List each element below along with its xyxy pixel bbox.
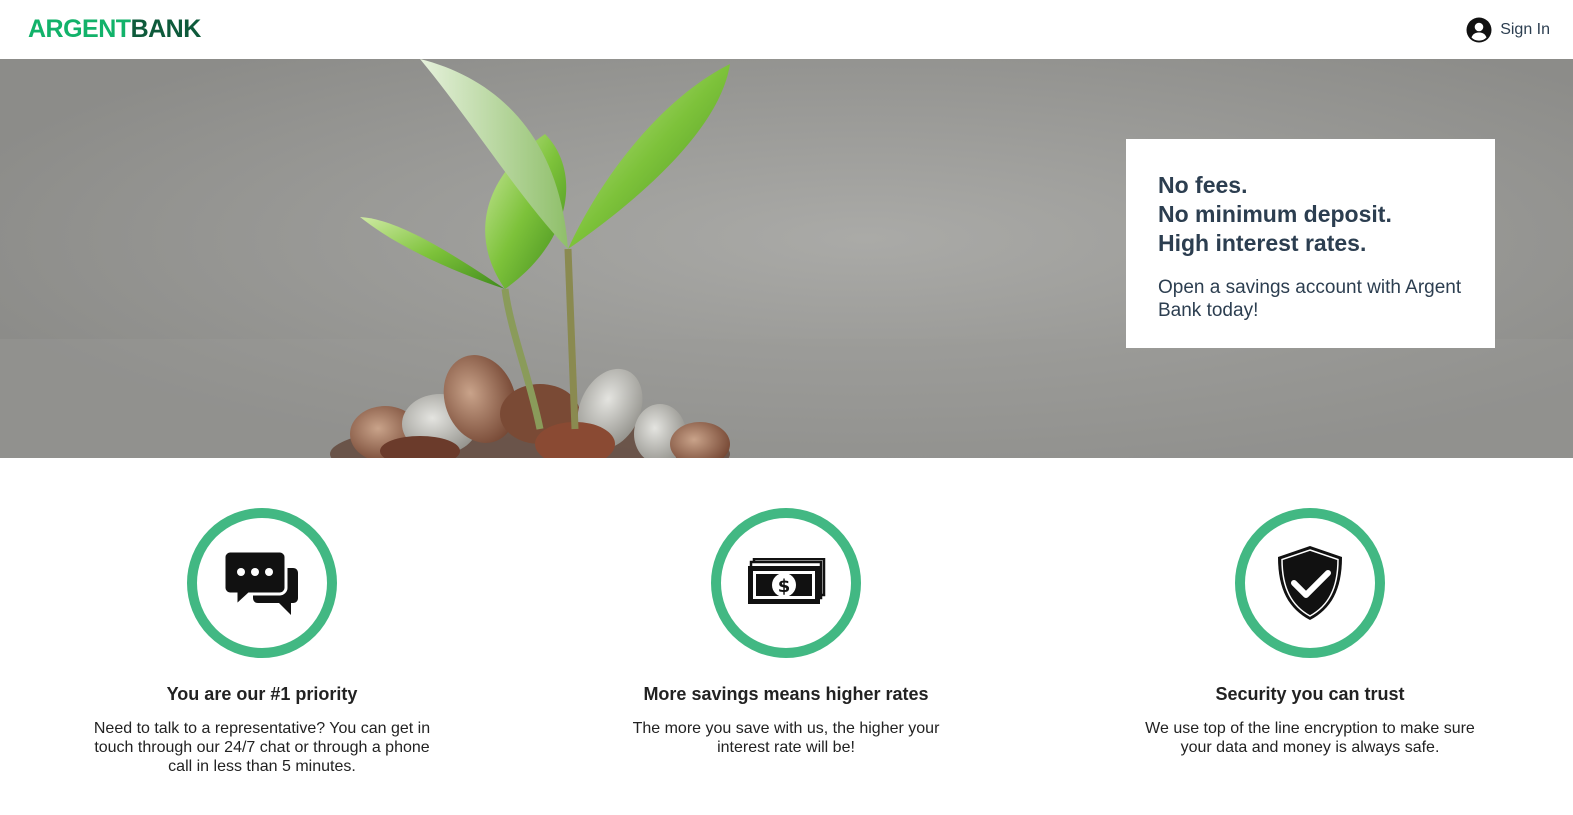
feature-text: Need to talk to a representative? You ca… [93, 720, 431, 775]
feature-item-priority: You are our #1 priority Need to talk to … [0, 458, 524, 815]
hero-subtitle-no-fees: No fees. [1158, 172, 1248, 198]
hero-banner: No fees. No minimum deposit. High intere… [0, 59, 1573, 458]
logo-text-bank: BANK [130, 15, 202, 43]
hero-text: Open a savings account with Argent Bank … [1158, 277, 1462, 321]
sign-in-label: Sign In [1500, 20, 1550, 38]
feature-icon-ring: $ [711, 508, 861, 658]
feature-item-security: Security you can trust We use top of the… [1048, 458, 1572, 815]
feature-text: The more you save with us, the higher yo… [632, 720, 940, 756]
feature-item-savings: $ More savings means higher rates The mo… [524, 458, 1048, 815]
user-circle-icon [1466, 17, 1492, 42]
argent-bank-logo[interactable]: ARGENT BANK [28, 15, 201, 44]
security-shield-icon [1278, 546, 1342, 620]
money-icon: $ [748, 558, 826, 604]
feature-title: You are our #1 priority [166, 684, 358, 704]
feature-icon-ring [187, 508, 337, 658]
hero-subtitle-no-minimum-deposit: No minimum deposit. [1158, 201, 1392, 227]
chat-icon [225, 550, 298, 615]
feature-text: We use top of the line encryption to mak… [1145, 720, 1475, 756]
logo-text-argent: ARGENT [28, 15, 131, 43]
hero-promo-card: No fees. No minimum deposit. High intere… [1126, 139, 1495, 348]
hero-subtitle-high-interest: High interest rates. [1158, 230, 1367, 256]
feature-title: More savings means higher rates [643, 684, 929, 704]
feature-title: Security you can trust [1215, 684, 1405, 704]
sign-in-link[interactable]: Sign In [1466, 17, 1550, 43]
main-nav: ARGENT BANK Sign In [0, 0, 1573, 59]
feature-icon-ring [1235, 508, 1385, 658]
features-section: You are our #1 priority Need to talk to … [0, 458, 1573, 815]
svg-text:$: $ [778, 576, 791, 597]
